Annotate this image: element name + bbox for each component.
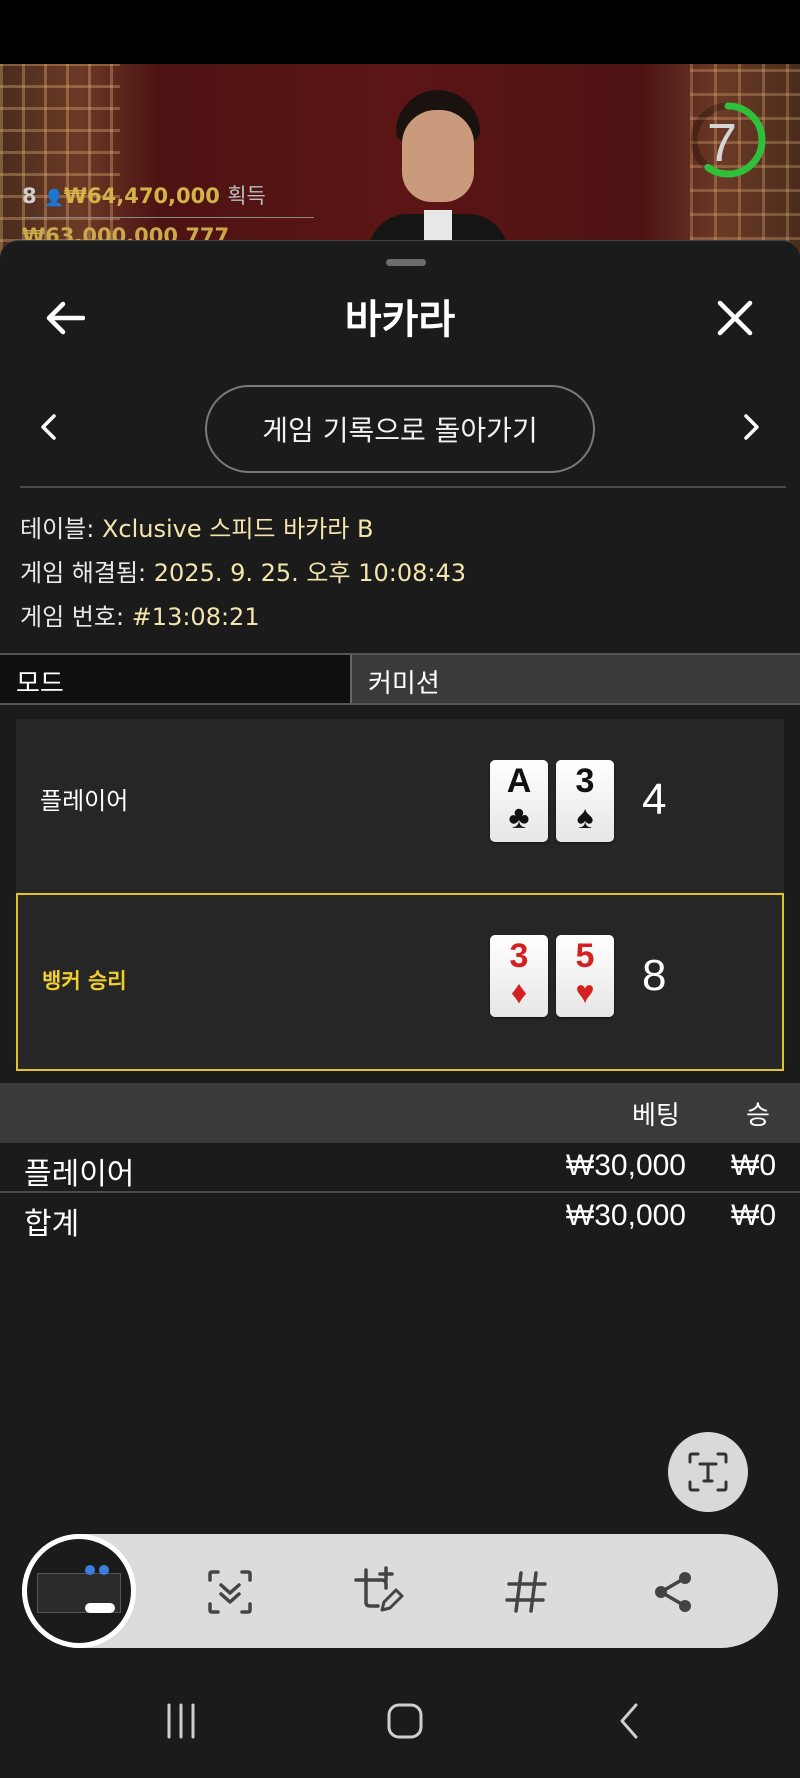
resolved-label: 게임 해결됨: [20,559,147,587]
hashtag-icon [505,1571,547,1613]
diamond-icon: ♦ [510,974,528,1010]
tab-mode[interactable]: 모드 [0,655,350,703]
resolved-value: 2025. 9. 25. 오후 10:08:43 [153,559,467,587]
col-bet: 베팅 [632,1101,680,1131]
playing-card: 3 ♠ [556,760,614,842]
player-score: 4 [642,775,667,824]
card-rank: 3 [509,937,529,975]
game-number-label: 게임 번호: [20,603,125,631]
table-row: 플레이어 ₩30,000 ₩0 [0,1145,800,1193]
players-count: 8 [22,184,37,208]
tab-commission[interactable]: 커미션 [350,655,800,703]
crop-edit-icon [354,1566,404,1612]
crop-edit-button[interactable] [352,1566,404,1618]
club-icon: ♣ [508,799,530,835]
table-value: Xclusive 스피드 바카라 B [101,515,374,543]
total-name: 합계 [24,1207,80,1242]
screenshot-thumbnail[interactable] [22,1534,136,1648]
info-game-number: 게임 번호: #13:08:21 [20,597,260,632]
sheet-drag-handle[interactable] [386,259,426,266]
close-button[interactable] [708,291,762,345]
playing-card: 5 ♥ [556,935,614,1017]
close-icon [717,300,753,336]
round-timer-value: 7 [706,113,738,173]
card-rank: 3 [575,762,595,800]
win-amount: ₩0 [731,1149,776,1182]
home-button[interactable] [380,1696,430,1746]
card-rank: A [506,762,532,800]
heart-icon: ♥ [575,974,595,1010]
dealer-figure [368,90,508,264]
person-icon: 👤 [43,188,64,207]
prev-game-button[interactable] [30,409,66,445]
playing-card: A ♣ [490,760,548,842]
total-row: 합계 ₩30,000 ₩0 [0,1195,800,1243]
info-table: 테이블: Xclusive 스피드 바카라 B [20,509,373,544]
playing-card: 3 ♦ [490,935,548,1017]
banker-hand-row: 뱅커 승리 3 ♦ 5 ♥ 8 [16,893,784,1071]
divider [0,1191,800,1193]
win-label: 획득 [227,184,266,208]
spade-icon: ♠ [576,799,594,835]
total-win: ₩0 [731,1199,776,1232]
col-win: 승 [746,1101,770,1131]
banker-score: 8 [642,951,667,1000]
total-bet: ₩30,000 [565,1199,686,1232]
share-icon [655,1572,691,1612]
share-button[interactable] [648,1566,700,1618]
back-to-history-button[interactable]: 게임 기록으로 돌아가기 [205,385,595,473]
page-title: 바카라 [344,297,456,343]
text-extract-icon [688,1452,728,1492]
win-amount: ₩64,470,000 [63,184,220,208]
scroll-capture-icon [208,1570,252,1614]
player-hand-row: 플레이어 A ♣ 3 ♠ 4 [16,719,784,895]
extract-text-button[interactable] [668,1432,748,1512]
scroll-capture-button[interactable] [204,1566,256,1618]
win-divider [22,217,314,218]
system-nav-bar [0,1672,800,1778]
divider [20,486,786,488]
table-label: 테이블: [20,515,95,543]
chevron-left-icon [41,414,56,440]
thumbnail-preview [27,1539,131,1643]
next-game-button[interactable] [734,409,770,445]
recents-button[interactable] [156,1696,206,1746]
mode-tabs: 모드 커미션 [0,653,800,705]
player-label: 플레이어 [40,787,129,815]
game-number-value: #13:08:21 [131,603,260,631]
card-rank: 5 [575,937,595,975]
back-icon [620,1703,638,1739]
bets-table-header: 베팅 승 [0,1083,800,1143]
recents-icon [167,1703,195,1739]
bet-name: 플레이어 [24,1157,135,1192]
banker-label: 뱅커 승리 [42,969,127,993]
recent-win-row: 8 👤₩64,470,000 획득 [22,180,266,210]
chevron-right-icon [744,414,759,440]
info-resolved: 게임 해결됨: 2025. 9. 25. 오후 10:08:43 [20,553,466,588]
status-bar [0,0,800,64]
tag-button[interactable] [500,1566,552,1618]
system-back-button[interactable] [604,1696,654,1746]
screenshot-toolbar [22,1534,778,1648]
bet-amount: ₩30,000 [565,1149,686,1182]
home-icon [387,1703,423,1739]
